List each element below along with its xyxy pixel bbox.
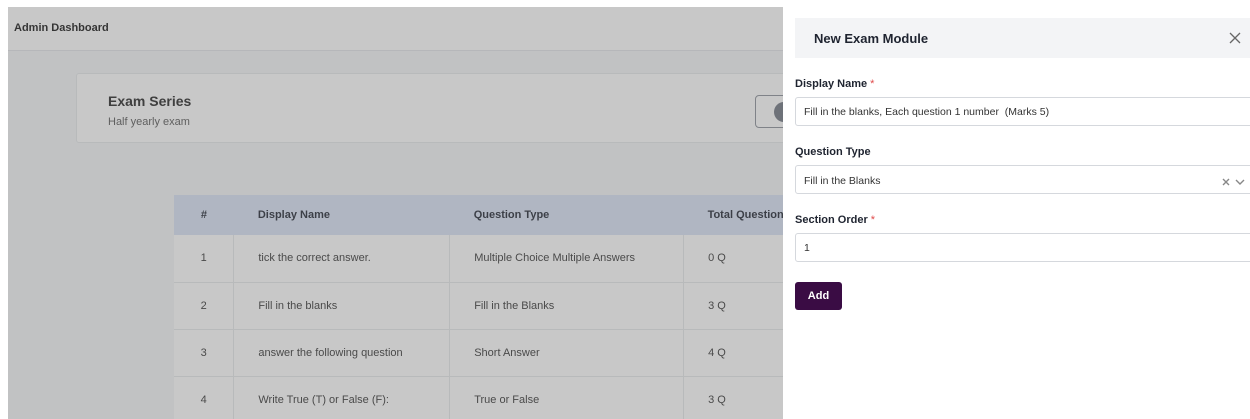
section-order-input[interactable]	[795, 233, 1250, 262]
left-edge	[0, 0, 8, 419]
close-icon[interactable]	[1225, 28, 1245, 48]
new-exam-module-drawer: New Exam Module Display Name* Question T…	[783, 0, 1250, 419]
app-root: Admin Dashboard Exam Series Half yearly …	[0, 0, 1250, 419]
drawer-title: New Exam Module	[814, 31, 929, 46]
chevron-down-icon[interactable]	[1234, 175, 1246, 187]
question-type-value: Fill in the Blanks	[804, 175, 881, 187]
add-button[interactable]: Add	[795, 282, 842, 310]
question-type-select[interactable]: Fill in the Blanks	[795, 165, 1250, 194]
display-name-label: Display Name *	[795, 78, 875, 90]
display-name-input[interactable]	[795, 97, 1250, 126]
modal-backdrop[interactable]	[8, 7, 783, 419]
section-order-label: Section Order *	[795, 214, 876, 226]
clear-icon[interactable]	[1220, 175, 1232, 187]
question-type-label: Question Type	[795, 146, 871, 158]
drawer-header: New Exam Module	[795, 18, 1250, 58]
